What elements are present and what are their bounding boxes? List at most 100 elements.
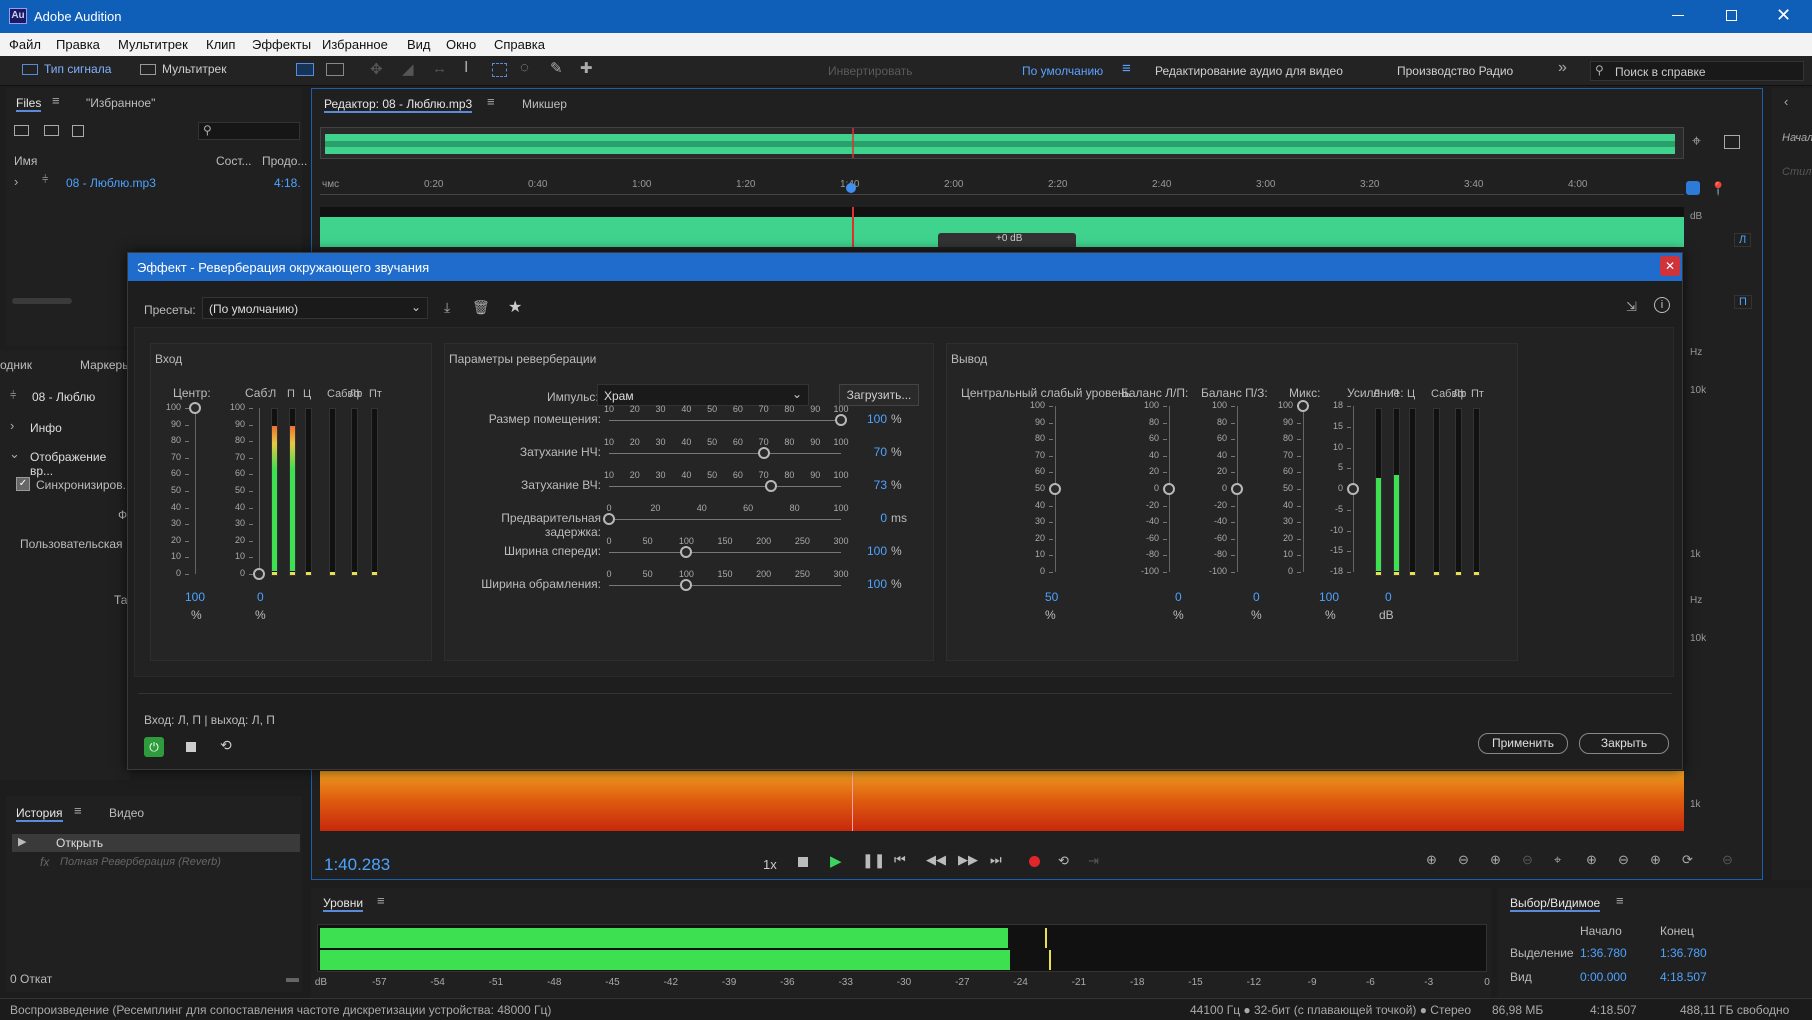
loop-icon[interactable]: ⟲ xyxy=(1058,853,1069,869)
panel-menu-icon[interactable]: ≡ xyxy=(487,94,495,109)
out-mix-value[interactable]: 100 xyxy=(1319,590,1339,604)
waveform-display[interactable]: +0 dB xyxy=(320,207,1684,247)
spectrogram-display[interactable] xyxy=(320,771,1684,831)
tab-source[interactable]: одник xyxy=(0,358,32,372)
slider-track[interactable] xyxy=(609,552,841,553)
minimize-icon[interactable] xyxy=(1672,15,1684,16)
menu-effects[interactable]: Эффекты xyxy=(252,37,311,52)
menu-favorites[interactable]: Избранное xyxy=(322,37,388,52)
pause-icon[interactable]: ❚❚ xyxy=(862,852,885,869)
file-search[interactable]: ⚲ xyxy=(198,122,300,140)
overview-waveform[interactable] xyxy=(320,127,1684,159)
zoom-reset-icon[interactable]: ⟳ xyxy=(1682,852,1693,868)
zoom-right-icon[interactable]: ⊕ xyxy=(1650,852,1661,868)
dialog-close-icon[interactable]: ✕ xyxy=(1660,256,1680,276)
expand-icon[interactable]: › xyxy=(14,174,18,189)
zoom-out-full-icon[interactable]: ⊖ xyxy=(1722,852,1733,868)
fast-forward-icon[interactable]: ▶▶ xyxy=(958,852,978,868)
slider-track[interactable] xyxy=(1303,406,1304,572)
slider-value[interactable]: 100 xyxy=(863,577,887,591)
time-select-icon[interactable]: I xyxy=(464,59,468,77)
slider-track[interactable] xyxy=(609,420,841,421)
tab-mixer[interactable]: Микшер xyxy=(522,97,567,111)
new-file-icon[interactable] xyxy=(72,125,84,137)
sub-value[interactable]: 0 xyxy=(257,590,264,604)
delete-preset-icon[interactable]: 🗑 xyxy=(472,299,490,316)
center-value[interactable]: 100 xyxy=(185,590,205,604)
favorite-star-icon[interactable]: ★ xyxy=(508,297,522,317)
slider-knob[interactable] xyxy=(1049,483,1061,495)
apply-button[interactable]: Применить xyxy=(1478,733,1568,754)
dialog-title-bar[interactable]: Эффект - Реверберация окружающего звучан… xyxy=(128,253,1682,281)
menu-multitrack[interactable]: Мультитрек xyxy=(118,37,188,52)
close-icon[interactable]: ✕ xyxy=(1776,5,1791,26)
panel-menu-icon[interactable]: ≡ xyxy=(52,93,60,108)
tab-files[interactable]: Files xyxy=(16,96,42,112)
skip-back-icon[interactable]: ⏮ xyxy=(894,852,906,868)
waveform-button[interactable]: Тип сигнала xyxy=(22,62,111,80)
trash-icon[interactable]: ▬ xyxy=(286,970,299,985)
slider-track[interactable] xyxy=(609,519,841,520)
slider-knob[interactable] xyxy=(1163,483,1175,495)
section-info[interactable]: Инфо xyxy=(30,421,62,435)
tab-video[interactable]: Видео xyxy=(109,806,144,820)
tab-favorites[interactable]: "Избранное" xyxy=(86,96,155,110)
collapse-icon[interactable]: ⌄ xyxy=(9,446,20,462)
more-workspaces-icon[interactable]: » xyxy=(1558,59,1567,77)
out-gain-value[interactable]: 0 xyxy=(1385,590,1392,604)
slider-knob[interactable] xyxy=(680,579,693,591)
out-bal-fr-value[interactable]: 0 xyxy=(1253,590,1260,604)
slider-track[interactable] xyxy=(609,585,841,586)
time-ruler[interactable]: чмс 0:20 0:40 1:00 1:20 1:40 2:00 2:20 2… xyxy=(320,177,1684,195)
channel-R[interactable]: П xyxy=(1734,295,1752,309)
preset-dropdown[interactable]: (По умолчанию) ⌄ xyxy=(202,297,428,319)
record-icon[interactable] xyxy=(1029,856,1040,867)
slider-value[interactable]: 0 xyxy=(863,511,887,525)
multitrack-button[interactable]: Мультитрек xyxy=(140,62,226,76)
menu-edit[interactable]: Правка xyxy=(56,37,100,52)
slider-knob[interactable] xyxy=(680,546,693,558)
col-duration[interactable]: Продо... xyxy=(262,154,307,168)
collapse-panel-icon[interactable]: ‹ xyxy=(1784,94,1788,109)
skip-selection-icon[interactable]: ⇥ xyxy=(1088,853,1099,869)
pitch-view-icon[interactable] xyxy=(326,63,344,76)
panel-menu-icon[interactable]: ≡ xyxy=(377,893,385,908)
headphones-icon[interactable] xyxy=(1686,181,1700,195)
zoom-left-icon[interactable]: ⊖ xyxy=(1618,852,1629,868)
preview-stop-icon[interactable] xyxy=(186,742,196,752)
brush-tool-icon[interactable]: ✎ xyxy=(550,59,563,77)
sub-slider-track[interactable] xyxy=(259,408,260,574)
expand-icon[interactable]: › xyxy=(10,418,14,433)
save-preset-icon[interactable]: ⤓ xyxy=(444,299,450,316)
sync-checkbox[interactable]: ✓ xyxy=(16,477,30,491)
spectral-view-icon[interactable] xyxy=(296,63,314,76)
horizontal-scrollbar[interactable] xyxy=(12,298,72,304)
workspace-default[interactable]: По умолчанию xyxy=(1022,64,1103,78)
lasso-tool-icon[interactable]: ◌ xyxy=(520,59,529,76)
playhead-marker[interactable] xyxy=(846,183,856,193)
slider-value[interactable]: 73 xyxy=(863,478,887,492)
history-item-reverb[interactable]: fx Полная Реверберация (Reverb) xyxy=(12,854,300,872)
maximize-icon[interactable] xyxy=(1726,10,1737,21)
rewind-icon[interactable]: ◀◀ xyxy=(926,852,946,868)
load-button[interactable]: Загрузить... xyxy=(839,384,919,406)
center-slider-track[interactable] xyxy=(195,408,196,574)
col-status[interactable]: Сост... xyxy=(216,154,252,168)
channel-L[interactable]: Л xyxy=(1734,233,1752,247)
playback-speed[interactable]: 1x xyxy=(763,857,777,872)
slider-knob[interactable] xyxy=(603,513,615,525)
invert-button[interactable]: Инвертировать xyxy=(828,64,913,78)
hud-volume[interactable]: +0 dB xyxy=(938,233,1076,247)
section-display[interactable]: Отображение вр... xyxy=(30,450,130,478)
menu-file[interactable]: Файл xyxy=(9,37,41,52)
loop-preview-icon[interactable]: ⟲ xyxy=(220,737,232,754)
tab-history[interactable]: История xyxy=(16,806,63,822)
out-bal-lr-value[interactable]: 0 xyxy=(1175,590,1182,604)
col-name[interactable]: Имя xyxy=(14,154,37,168)
center-slider-knob[interactable] xyxy=(189,402,201,414)
workspace-video[interactable]: Редактирование аудио для видео xyxy=(1155,64,1343,78)
panel-menu-icon[interactable]: ≡ xyxy=(74,803,82,818)
file-row[interactable]: › ⫩ 08 - Люблю.mp3 4:18. xyxy=(6,172,302,192)
stop-icon[interactable] xyxy=(798,857,808,867)
info-icon[interactable]: i xyxy=(1654,297,1670,313)
